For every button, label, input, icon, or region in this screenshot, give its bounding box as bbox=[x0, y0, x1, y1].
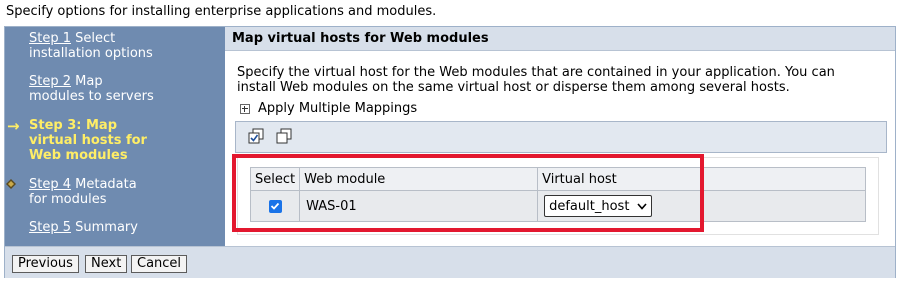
next-button[interactable]: Next bbox=[85, 255, 128, 273]
description-text: Specify the virtual host for the Web mod… bbox=[237, 65, 835, 95]
expand-plus-icon[interactable] bbox=[240, 103, 250, 114]
apply-multiple-mappings-label: Apply Multiple Mappings bbox=[258, 101, 418, 116]
metadata-step-marker-icon bbox=[6, 179, 16, 189]
header-virtual-host: Virtual host bbox=[537, 167, 867, 191]
select-all-button[interactable] bbox=[246, 126, 266, 146]
virtual-host-selected-value: default_host bbox=[549, 198, 630, 214]
deselect-all-button[interactable] bbox=[274, 126, 294, 146]
step-4[interactable]: Step 4 Metadata for modules bbox=[29, 177, 137, 207]
select-cell bbox=[249, 190, 301, 222]
web-module-cell: WAS-01 bbox=[299, 190, 539, 222]
deselect-all-icon bbox=[276, 128, 292, 144]
wizard-panel: Step 1 Select installation options Step … bbox=[4, 26, 896, 278]
step-2[interactable]: Step 2 Map modules to servers bbox=[29, 74, 154, 104]
intro-text: Specify options for installing enterpris… bbox=[6, 4, 437, 19]
checkmark-icon bbox=[270, 202, 280, 210]
step-3-current: Step 3: Map virtual hosts for Web module… bbox=[29, 118, 147, 163]
previous-button[interactable]: Previous bbox=[12, 255, 79, 273]
apply-multiple-mappings-toggle[interactable]: Apply Multiple Mappings bbox=[240, 101, 417, 116]
step-5-link[interactable]: Step 5 bbox=[29, 220, 71, 235]
step-4-link[interactable]: Step 4 bbox=[29, 177, 71, 192]
virtual-host-select[interactable]: default_host bbox=[544, 195, 653, 217]
header-select: Select bbox=[249, 167, 301, 191]
table-row: WAS-01 default_host bbox=[249, 190, 867, 222]
wizard-steps-nav: Step 1 Select installation options Step … bbox=[5, 27, 224, 246]
select-all-icon bbox=[248, 128, 264, 144]
step-2-link[interactable]: Step 2 bbox=[29, 74, 71, 89]
header-web-module: Web module bbox=[299, 167, 539, 191]
cancel-button[interactable]: Cancel bbox=[131, 255, 188, 273]
chevron-down-icon bbox=[637, 202, 648, 210]
virtual-host-cell: default_host bbox=[537, 190, 867, 222]
step-5[interactable]: Step 5 Summary bbox=[29, 220, 138, 235]
table-toolbar bbox=[235, 121, 887, 153]
current-step-arrow-icon: → bbox=[7, 117, 20, 135]
content-pane: Map virtual hosts for Web modules Specif… bbox=[225, 27, 895, 246]
step-1-link[interactable]: Step 1 bbox=[29, 31, 71, 46]
page-title: Map virtual hosts for Web modules bbox=[225, 27, 895, 51]
mapping-table: Select Web module Virtual host WAS-01 de… bbox=[249, 167, 867, 222]
wizard-footer: Previous Next Cancel bbox=[5, 246, 895, 278]
row-select-checkbox[interactable] bbox=[268, 199, 282, 213]
step-1[interactable]: Step 1 Select installation options bbox=[29, 31, 153, 61]
